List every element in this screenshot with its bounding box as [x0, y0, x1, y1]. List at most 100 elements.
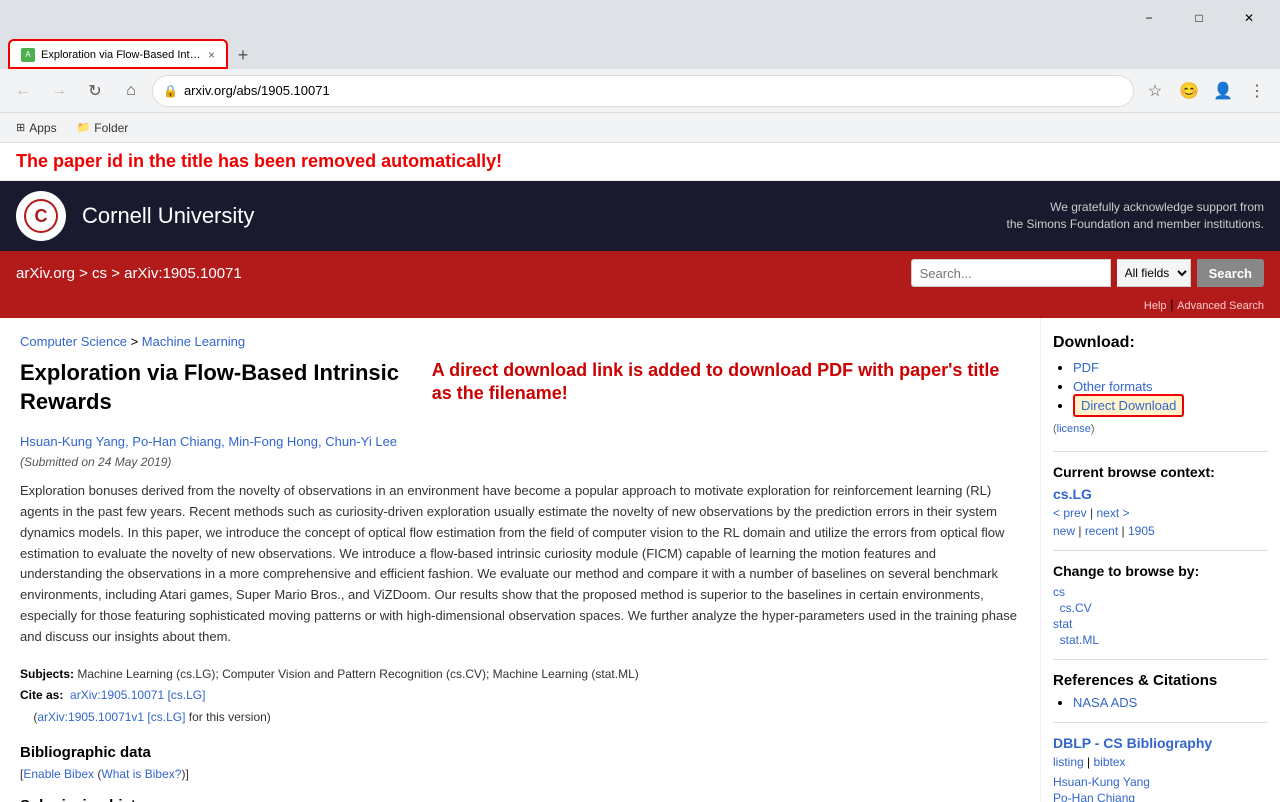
divider-2 — [1053, 550, 1268, 551]
new-link[interactable]: new — [1053, 524, 1075, 538]
address-bar[interactable]: 🔒 — [152, 75, 1134, 107]
browse-cat: cs.LG — [1053, 486, 1268, 502]
subjects-label: Subjects: — [20, 667, 74, 681]
download-title: Download: — [1053, 334, 1268, 352]
sidebar: Download: PDF Other formats Direct Downl… — [1040, 318, 1280, 802]
download-list: PDF Other formats Direct Download — [1053, 360, 1268, 413]
dblp-author-1[interactable]: Hsuan-Kung Yang — [1053, 775, 1268, 789]
tab-title: Exploration via Flow-Based Intrin... — [41, 49, 202, 61]
browse-context-title: Current browse context: — [1053, 464, 1268, 480]
dblp-bibtex-link[interactable]: bibtex — [1093, 755, 1125, 769]
cs-link[interactable]: Computer Science — [20, 334, 127, 349]
browse-period-links: new | recent | 1905 — [1053, 524, 1268, 538]
recent-link[interactable]: recent — [1085, 524, 1118, 538]
dblp-link[interactable]: DBLP - CS Bibliography — [1053, 735, 1212, 751]
cite-as-link[interactable]: arXiv:1905.10071 [cs.LG] — [70, 688, 205, 702]
cite-as-note-row: (arXiv:1905.10071v1 [cs.LG] for this ver… — [20, 707, 1020, 729]
menu-button[interactable]: ⋮ — [1242, 76, 1272, 106]
license-text: (license) — [1053, 423, 1268, 435]
dblp-author-2[interactable]: Po-Han Chiang — [1053, 791, 1268, 802]
favicon-icon: A — [25, 50, 30, 59]
breadcrumb-current: arXiv:1905.10071 — [124, 265, 242, 282]
close-button[interactable]: ✕ — [1226, 0, 1272, 35]
pdf-link[interactable]: PDF — [1073, 360, 1099, 375]
nasa-ads-link[interactable]: NASA ADS — [1073, 695, 1137, 710]
bookmark-folder[interactable]: 📁 Folder — [73, 119, 133, 137]
bookmark-star-button[interactable]: ☆ — [1140, 76, 1170, 106]
simons-support-text: We gratefully acknowledge support from t… — [1007, 199, 1264, 233]
svg-text:C: C — [35, 206, 48, 226]
stat-ml-browse-link[interactable]: stat.ML — [1053, 633, 1268, 647]
author-2-link[interactable]: Po-Han Chiang — [132, 434, 221, 449]
cs-lg-link[interactable]: cs.LG — [1053, 486, 1092, 502]
toolbar-icons: ☆ 😊 👤 ⋮ — [1140, 76, 1272, 106]
titlebar: − □ ✕ — [0, 0, 1280, 35]
browser-toolbar: ← → ↻ ⌂ 🔒 ☆ 😊 👤 ⋮ — [0, 69, 1280, 113]
window-controls: − □ ✕ — [1126, 0, 1272, 35]
back-button[interactable]: ← — [8, 76, 38, 106]
breadcrumb-arxiv-link[interactable]: arXiv.org — [16, 265, 75, 282]
page-content: C Cornell University We gratefully ackno… — [0, 181, 1280, 802]
authors: Hsuan-Kung Yang, Po-Han Chiang, Min-Fong… — [20, 434, 1020, 449]
notification-bar: The paper id in the title has been remov… — [0, 143, 1280, 181]
arxiv-nav: arXiv.org > cs > arXiv:1905.10071 All fi… — [0, 251, 1280, 295]
tab-close-button[interactable]: × — [208, 48, 215, 62]
apps-label: Apps — [29, 121, 56, 135]
new-tab-button[interactable]: + — [228, 41, 258, 69]
license-link[interactable]: license — [1057, 423, 1091, 435]
other-formats-item: Other formats — [1073, 379, 1268, 394]
author-1-link[interactable]: Hsuan-Kung Yang — [20, 434, 125, 449]
advanced-search-link[interactable]: Advanced Search — [1177, 300, 1264, 312]
notification-text: The paper id in the title has been remov… — [16, 151, 502, 171]
pdf-item: PDF — [1073, 360, 1268, 375]
arxiv-help-bar: Help | Advanced Search — [0, 295, 1280, 318]
minimize-button[interactable]: − — [1126, 0, 1172, 35]
home-button[interactable]: ⌂ — [116, 76, 146, 106]
biblio-heading: Bibliographic data — [20, 744, 1020, 761]
refresh-button[interactable]: ↻ — [80, 76, 110, 106]
cite-as-label: Cite as: — [20, 688, 63, 702]
paper-title: Exploration via Flow-Based Intrinsic Rew… — [20, 359, 416, 416]
search-button[interactable]: Search — [1197, 259, 1264, 287]
active-tab[interactable]: A Exploration via Flow-Based Intrin... × — [8, 39, 228, 69]
bookmarks-bar: ⊞ Apps 📁 Folder — [0, 113, 1280, 143]
author-4-link[interactable]: Chun-Yi Lee — [325, 434, 397, 449]
tab-bar: A Exploration via Flow-Based Intrin... ×… — [0, 35, 1280, 69]
paper-title-row: Exploration via Flow-Based Intrinsic Rew… — [20, 359, 1020, 424]
what-is-bibex-link[interactable]: What is Bibex? — [101, 767, 181, 781]
help-link[interactable]: Help — [1144, 300, 1167, 312]
next-link[interactable]: next > — [1096, 506, 1129, 520]
profile-button[interactable]: 👤 — [1208, 76, 1238, 106]
arxiv-header-top: C Cornell University We gratefully ackno… — [0, 181, 1280, 251]
forward-button[interactable]: → — [44, 76, 74, 106]
tab-favicon: A — [21, 48, 35, 62]
cs-browse-link[interactable]: cs — [1053, 585, 1268, 599]
refs-citations-title: References & Citations — [1053, 672, 1268, 689]
cornell-name: Cornell University — [82, 203, 254, 229]
apps-icon: ⊞ — [16, 121, 25, 134]
enable-bibex-link[interactable]: Enable Bibex — [23, 767, 94, 781]
cs-cv-browse-link[interactable]: cs.CV — [1053, 601, 1268, 615]
dblp-listing-link[interactable]: listing — [1053, 755, 1084, 769]
folder-label: Folder — [94, 121, 128, 135]
cite-as-v1-link[interactable]: arXiv:1905.10071v1 [cs.LG] — [37, 710, 185, 724]
stat-browse-link[interactable]: stat — [1053, 617, 1268, 631]
search-fields-select[interactable]: All fields — [1117, 259, 1191, 287]
browse-nav-links: < prev | next > — [1053, 506, 1268, 520]
direct-download-link[interactable]: Direct Download — [1081, 398, 1176, 413]
search-input[interactable] — [911, 259, 1111, 287]
maximize-button[interactable]: □ — [1176, 0, 1222, 35]
nasa-ads-item: NASA ADS — [1073, 695, 1268, 710]
bookmark-apps[interactable]: ⊞ Apps — [12, 119, 61, 137]
dblp-authors: Hsuan-Kung Yang Po-Han Chiang Min-Fong H… — [1053, 775, 1268, 802]
subjects-row: Subjects: Machine Learning (cs.LG); Comp… — [20, 664, 1020, 686]
breadcrumb-cs-link[interactable]: cs — [92, 265, 107, 282]
ml-link[interactable]: Machine Learning — [142, 334, 245, 349]
extension-button[interactable]: 😊 — [1174, 76, 1204, 106]
author-3-link[interactable]: Min-Fong Hong — [228, 434, 318, 449]
metadata: Subjects: Machine Learning (cs.LG); Comp… — [20, 664, 1020, 729]
year-link[interactable]: 1905 — [1128, 524, 1155, 538]
other-formats-link[interactable]: Other formats — [1073, 379, 1152, 394]
url-input[interactable] — [184, 83, 1123, 98]
prev-link[interactable]: < prev — [1053, 506, 1087, 520]
